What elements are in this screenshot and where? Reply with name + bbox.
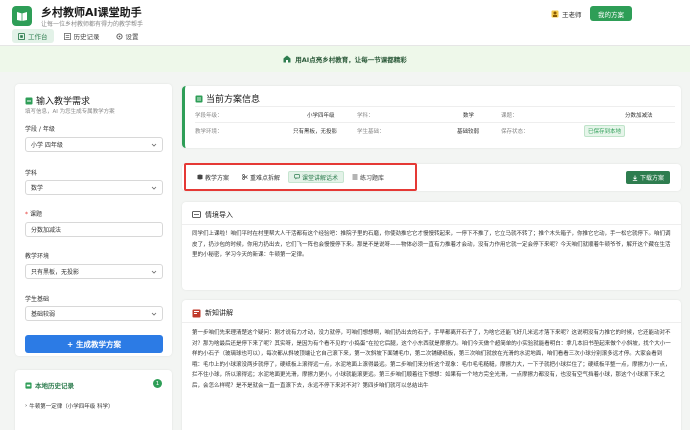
nav-workbench[interactable]: 工作台 xyxy=(12,29,54,43)
environment-key: 教学环境： xyxy=(195,129,223,135)
intro-header: 情境导入 xyxy=(192,210,233,220)
home-icon xyxy=(18,32,25,40)
nav-history-label: 历史记录 xyxy=(73,33,100,41)
foundation-select[interactable]: 基础较弱 xyxy=(25,306,163,321)
download-icon xyxy=(632,175,638,181)
tab-highlight-box xyxy=(184,163,417,191)
form-subtitle: 填写信息，AI 为您生成专属教学方案 xyxy=(25,109,115,115)
download-plan-button[interactable]: 下载方案 xyxy=(626,171,670,184)
foundation-key: 学生基础： xyxy=(357,129,385,135)
new-knowledge-title: 新知讲解 xyxy=(205,309,233,317)
nav-settings-label: 设置 xyxy=(125,33,139,41)
edit-icon xyxy=(25,97,33,104)
history-title-text: 本地历史记录 xyxy=(35,382,74,390)
subject-value: 数学 xyxy=(463,113,475,119)
form-title: 输入教学需求 xyxy=(25,94,90,107)
app-subtitle: 让每一位乡村教师都有得力的教学帮手 xyxy=(41,21,144,28)
plan-info-row: 教学环境： 只有黑板，无投影 学生基础： 基础较弱 保存状态： 已保存到本地 xyxy=(195,122,675,138)
download-plan-label: 下载方案 xyxy=(639,175,664,182)
nav-settings[interactable]: 设置 xyxy=(110,29,145,43)
requirement-form: 输入教学需求 填写信息，AI 为您生成专属教学方案 学段 / 年级 小学 四年级… xyxy=(15,84,172,356)
grade-select[interactable]: 小学 四年级 xyxy=(25,137,163,152)
history-title: 本地历史记录 xyxy=(25,380,74,390)
topic-key: 课题： xyxy=(501,113,518,119)
subject-select[interactable]: 数学 xyxy=(25,180,163,195)
history-item-label: 牛顿第一定律（小学四年级 科学） xyxy=(29,404,114,410)
history-panel: 本地历史记录 1 › 牛顿第一定律（小学四年级 科学） xyxy=(15,370,172,430)
intro-section: 情境导入 同学们上课啦！咱们平时在村里帮大人干活都有这个经验吧：推院子里的石磨，… xyxy=(182,202,681,290)
top-bar: 乡村教师AI课堂助手 让每一位乡村教师都有得力的教学帮手 工作台 历史记录 设置… xyxy=(0,0,690,46)
history-icon xyxy=(63,32,71,40)
form-title-text: 输入教学需求 xyxy=(36,97,91,107)
history-icon xyxy=(25,381,32,389)
divider xyxy=(182,224,681,225)
subject-value: 数学 xyxy=(31,185,44,192)
app-title: 乡村教师AI课堂助手 xyxy=(41,6,142,19)
environment-value: 只有黑板，无投影 xyxy=(31,269,80,276)
nav-history[interactable]: 历史记录 xyxy=(58,29,106,43)
topic-value: 分数加减法 xyxy=(31,227,62,234)
environment-value: 只有黑板，无投影 xyxy=(293,129,338,135)
foundation-label: 学生基础 xyxy=(25,296,50,303)
chevron-down-icon xyxy=(151,312,157,316)
nav-workbench-label: 工作台 xyxy=(28,33,48,41)
chevron-down-icon xyxy=(151,143,157,147)
plan-info-table: 学段年级： 小学四年级 学科： 数学 课题： 分数加减法 教学环境： 只有黑板，… xyxy=(195,106,675,138)
plan-info-title: 当前方案信息 xyxy=(195,92,260,105)
chevron-down-icon xyxy=(151,186,157,190)
subject-label: 学科 xyxy=(25,170,38,177)
grade-value: 小学 四年级 xyxy=(31,142,63,149)
topic-label-text: 课题 xyxy=(30,211,43,218)
main-nav: 工作台 历史记录 设置 xyxy=(12,29,145,43)
topic-label: * 课题 xyxy=(25,209,42,218)
history-item[interactable]: › 牛顿第一定律（小学四年级 科学） xyxy=(25,402,113,410)
save-status-key: 保存状态： xyxy=(501,129,529,135)
intro-title: 情境导入 xyxy=(205,211,233,219)
new-knowledge-section: 新知讲解 第一步咱们先来理清楚这个疑问：刚才说有力才动，没力就停，可咱们想想啊，… xyxy=(182,300,681,430)
plan-info-row: 学段年级： 小学四年级 学科： 数学 课题： 分数加减法 xyxy=(195,106,675,122)
divider xyxy=(182,322,681,323)
plan-info-title-text: 当前方案信息 xyxy=(206,95,261,105)
user-name: 王老师 xyxy=(562,11,582,19)
school-icon xyxy=(283,55,291,63)
chevron-down-icon xyxy=(151,270,157,274)
gear-icon xyxy=(115,32,123,40)
history-count-badge: 1 xyxy=(153,379,162,388)
environment-label: 教学环境 xyxy=(25,253,50,260)
chat-icon xyxy=(192,210,201,218)
foundation-value: 基础较弱 xyxy=(31,311,56,318)
app-logo xyxy=(12,6,32,26)
generate-plan-button[interactable]: + 生成教学方案 xyxy=(25,335,163,353)
grade-label: 学段 / 年级 xyxy=(25,126,55,133)
chevron-right-icon: › xyxy=(25,403,28,409)
environment-select[interactable]: 只有黑板，无投影 xyxy=(25,264,163,279)
grade-value: 小学四年级 xyxy=(307,113,335,119)
book-icon xyxy=(17,12,27,21)
new-knowledge-body: 第一步咱们先来理清楚这个疑问：刚才说有力才动，没力就停，可咱们想想啊，咱们扔出去… xyxy=(192,330,671,389)
document-icon xyxy=(195,95,203,102)
topic-input[interactable]: 分数加减法 xyxy=(25,222,163,237)
intro-body: 同学们上课啦！咱们平时在村里帮大人干活都有这个经验吧：推院子里的石磨，你使劲推它… xyxy=(192,231,671,258)
plan-info-card: 当前方案信息 学段年级： 小学四年级 学科： 数学 课题： 分数加减法 教学环境… xyxy=(182,86,681,148)
book-icon xyxy=(192,309,201,317)
new-knowledge-header: 新知讲解 xyxy=(192,308,233,318)
subject-key: 学科： xyxy=(357,113,374,119)
user-icon xyxy=(551,10,559,18)
user-menu[interactable]: 王老师 xyxy=(551,9,582,19)
slogan-text: 用AI点亮乡村教育，让每一节课都精彩 xyxy=(295,56,407,64)
topic-value: 分数加减法 xyxy=(625,113,653,119)
required-mark: * xyxy=(25,211,28,218)
grade-key: 学段年级： xyxy=(195,113,223,119)
foundation-value: 基础较弱 xyxy=(457,129,480,135)
save-status-badge: 已保存到本地 xyxy=(584,125,626,137)
my-plan-button[interactable]: 我的方案 xyxy=(590,6,632,21)
slogan-banner: 用AI点亮乡村教育，让每一节课都精彩 xyxy=(0,46,690,72)
